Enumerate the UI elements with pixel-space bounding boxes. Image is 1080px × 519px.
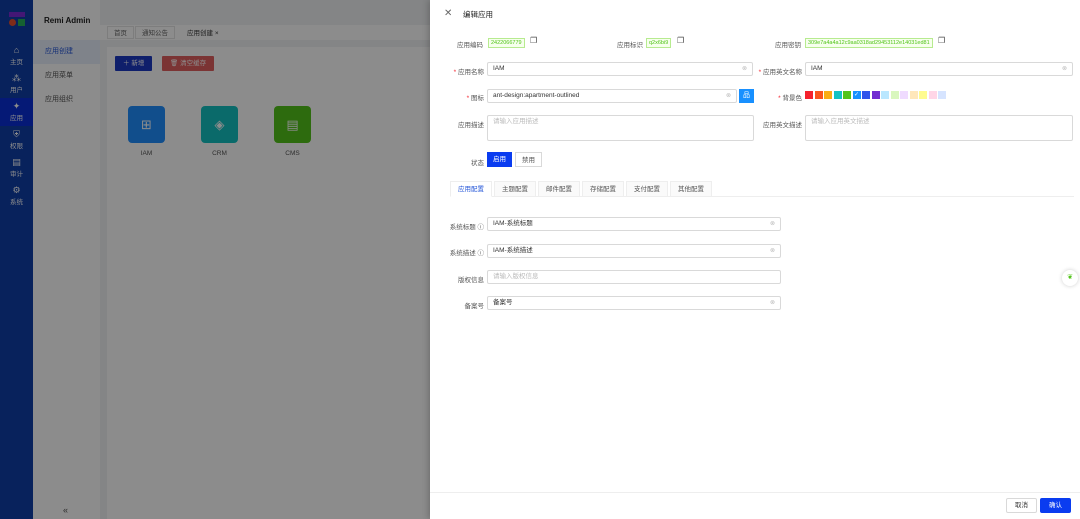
color-swatch[interactable]	[938, 91, 946, 99]
icon-input[interactable]: ant-design:apartment-outlined ⊗	[487, 89, 737, 103]
color-swatch[interactable]	[919, 91, 927, 99]
icp-input[interactable]: 备案号 ⊗	[487, 296, 781, 310]
tab-mail-config[interactable]: 邮件配置	[538, 181, 580, 197]
edit-app-drawer: ✕ 编辑应用 应用编码 2422066779 ❐ 应用标识 q2x6bi9 ❐ …	[430, 0, 1080, 519]
drawer-title: 编辑应用	[463, 10, 493, 19]
cancel-button[interactable]: 取消	[1006, 498, 1037, 513]
sys-desc-input[interactable]: IAM-系统描述 ⊗	[487, 244, 781, 258]
apartment-icon: 品	[743, 92, 750, 99]
status-disable-button[interactable]: 禁用	[515, 152, 542, 167]
clear-icon[interactable]: ⊗	[770, 218, 775, 230]
sys-title-input[interactable]: IAM-系统标题 ⊗	[487, 217, 781, 231]
tab-payment-config[interactable]: 支付配置	[626, 181, 668, 197]
info-icon[interactable]: ⓘ	[478, 250, 485, 257]
icon-label: 图标	[444, 92, 484, 102]
app-secret-tag: 309e7a4a4a12c9aa0318ad29453112e14031ed81	[805, 38, 933, 48]
app-code-label: 应用编码	[457, 42, 483, 49]
tab-app-config[interactable]: 应用配置	[450, 181, 492, 197]
clear-icon[interactable]: ⊗	[770, 297, 775, 309]
modal-mask[interactable]	[0, 0, 430, 519]
app-key-label: 应用标识	[617, 42, 643, 49]
en-desc-label: 应用英文描述	[763, 122, 802, 129]
app-secret-label: 应用密钥	[775, 42, 801, 49]
app-en-name-input[interactable]: IAM ⊗	[805, 62, 1073, 76]
copyright-label: 版权信息	[458, 277, 484, 284]
tab-theme-config[interactable]: 主题配置	[494, 181, 536, 197]
tab-other-config[interactable]: 其他配置	[670, 181, 712, 197]
footer-divider	[430, 492, 1080, 493]
bg-color-label: 背景色	[752, 92, 803, 102]
color-swatch[interactable]	[928, 91, 937, 99]
app-en-name-label: 应用英文名称	[752, 66, 802, 76]
leaf-icon: ❦	[1067, 274, 1073, 281]
floating-helper-button[interactable]: ❦	[1062, 270, 1078, 286]
color-swatch[interactable]	[814, 91, 823, 99]
app-code-tag: 2422066779	[488, 38, 525, 48]
copy-icon[interactable]: ❐	[677, 36, 684, 45]
color-swatch[interactable]	[805, 91, 813, 99]
copyright-input[interactable]: 请输入版权信息	[487, 270, 781, 284]
color-swatch[interactable]	[871, 91, 880, 99]
status-label: 状态	[471, 160, 484, 167]
icp-label: 备案号	[464, 303, 485, 310]
desc-label: 应用描述	[458, 122, 484, 129]
color-swatch[interactable]	[890, 91, 899, 99]
clear-icon[interactable]: ⊗	[770, 245, 775, 257]
app-name-label: 应用名称	[444, 66, 484, 76]
color-swatch[interactable]	[862, 91, 870, 99]
color-swatch[interactable]: ✓	[852, 91, 861, 99]
color-swatch[interactable]	[909, 91, 918, 99]
info-icon[interactable]: ⓘ	[478, 224, 485, 231]
copy-icon[interactable]: ❐	[938, 36, 945, 45]
clear-icon[interactable]: ⊗	[726, 90, 731, 102]
color-swatch[interactable]	[833, 91, 842, 99]
copy-icon[interactable]: ❐	[530, 36, 537, 45]
tab-storage-config[interactable]: 存储配置	[582, 181, 624, 197]
en-desc-textarea[interactable]: 请输入应用英文描述	[805, 115, 1073, 141]
status-enable-button[interactable]: 启用	[487, 152, 512, 167]
desc-textarea[interactable]: 请输入应用描述	[487, 115, 754, 141]
confirm-button[interactable]: 确认	[1040, 498, 1071, 513]
color-swatch[interactable]	[881, 91, 889, 99]
clear-icon[interactable]: ⊗	[1062, 63, 1067, 75]
color-swatch[interactable]	[843, 91, 851, 99]
close-icon[interactable]: ✕	[444, 8, 452, 19]
clear-icon[interactable]: ⊗	[742, 63, 747, 75]
app-name-input[interactable]: IAM ⊗	[487, 62, 753, 76]
sys-desc-label: 系统描述 ⓘ	[449, 250, 485, 257]
sys-title-label: 系统标题 ⓘ	[449, 224, 485, 231]
color-swatch[interactable]	[824, 91, 832, 99]
color-swatch[interactable]	[900, 91, 908, 99]
app-key-tag: q2x6bi9	[646, 38, 672, 48]
